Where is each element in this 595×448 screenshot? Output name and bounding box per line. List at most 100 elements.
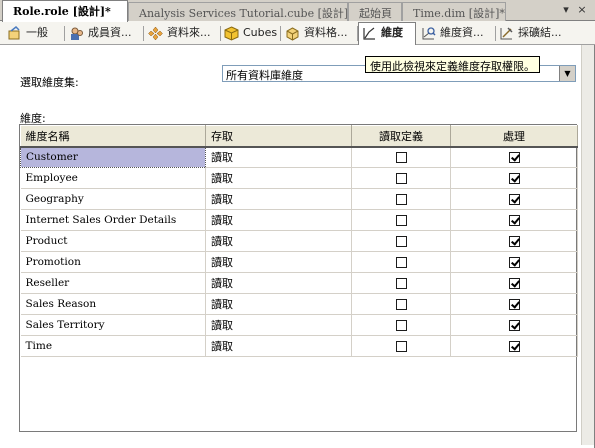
process-cell	[450, 188, 578, 210]
access-cell[interactable]: 讀取	[205, 293, 352, 315]
tab-dimensions[interactable]: 維度	[358, 22, 416, 45]
read-definition-cell	[351, 293, 451, 315]
column-header-read-definition[interactable]: 讀取定義	[351, 125, 451, 148]
doc-tab-time-dim[interactable]: Time.dim [設計]*	[402, 2, 506, 21]
dimension-name-cell[interactable]: Customer	[20, 146, 206, 168]
tab-mining-structures-label: 採礦結...	[518, 26, 562, 39]
access-cell[interactable]: 讀取	[205, 230, 352, 252]
process-checkbox[interactable]	[508, 215, 520, 226]
column-header-access[interactable]: 存取	[205, 125, 352, 148]
process-checkbox[interactable]	[508, 278, 520, 289]
read-definition-checkbox[interactable]	[395, 173, 407, 184]
doc-tab-role[interactable]: Role.role [設計]*	[2, 0, 128, 22]
tab-general[interactable]: 一般	[4, 23, 62, 44]
access-cell[interactable]: 讀取	[205, 209, 352, 231]
process-checkbox[interactable]	[508, 152, 520, 164]
tab-membership[interactable]: 成員資...	[66, 23, 142, 44]
read-definition-checkbox[interactable]	[395, 278, 407, 289]
chevron-down-icon[interactable]: ▼	[559, 66, 575, 81]
read-definition-checkbox[interactable]	[395, 194, 407, 205]
process-cell	[450, 167, 578, 189]
table-row[interactable]: Employee 讀取	[20, 167, 578, 189]
tab-cell-data[interactable]: 資料格...	[282, 23, 356, 44]
dimension-data-icon	[422, 27, 436, 40]
table-row[interactable]: Sales Territory 讀取	[20, 314, 578, 336]
table-row[interactable]: Promotion 讀取	[20, 251, 578, 273]
process-cell	[450, 293, 578, 315]
tooltip: 使用此檢視來定義維度存取權限。	[365, 56, 540, 73]
process-checkbox[interactable]	[508, 341, 520, 352]
process-cell	[450, 335, 578, 357]
doc-tab-cube[interactable]: Analysis Services Tutorial.cube [設計]*	[128, 2, 348, 21]
dimension-set-label: 選取維度集:	[20, 76, 79, 89]
tab-dimensions-label: 維度	[381, 26, 403, 39]
dimension-name-cell[interactable]: Sales Territory	[20, 314, 206, 336]
process-checkbox[interactable]	[508, 257, 520, 268]
read-definition-checkbox[interactable]	[395, 320, 407, 331]
tab-mining-structures[interactable]: 採礦結...	[496, 23, 576, 44]
process-checkbox[interactable]	[508, 320, 520, 331]
doc-tab-start-page[interactable]: 起始頁	[348, 2, 402, 21]
table-row[interactable]: Time 讀取	[20, 335, 578, 357]
cell-data-icon	[286, 27, 299, 41]
dimension-set-value: 所有資料庫維度	[226, 69, 303, 82]
dimension-name-cell[interactable]: Time	[20, 335, 206, 357]
dimension-name-cell[interactable]: Sales Reason	[20, 293, 206, 315]
process-checkbox[interactable]	[508, 299, 520, 310]
read-definition-cell	[351, 251, 451, 273]
tab-list-dropdown-icon[interactable]: ▾	[559, 3, 573, 17]
access-cell[interactable]: 讀取	[205, 146, 352, 168]
column-header-process[interactable]: 處理	[450, 125, 578, 148]
read-definition-cell	[351, 146, 451, 168]
cube-icon	[224, 26, 239, 41]
read-definition-checkbox[interactable]	[395, 152, 407, 164]
close-document-icon[interactable]: ×	[575, 3, 589, 17]
access-cell[interactable]: 讀取	[205, 335, 352, 357]
tab-separator	[64, 26, 65, 41]
read-definition-checkbox[interactable]	[395, 299, 407, 310]
dimensions-grid: 維度名稱 存取 讀取定義 處理 Customer 讀取 Employee 讀取 Geog…	[19, 124, 578, 432]
process-cell	[450, 209, 578, 231]
tab-cell-data-label: 資料格...	[304, 26, 348, 39]
read-definition-checkbox[interactable]	[395, 341, 407, 352]
table-row[interactable]: Internet Sales Order Details 讀取	[20, 209, 578, 231]
access-cell[interactable]: 讀取	[205, 251, 352, 273]
general-icon	[8, 26, 20, 40]
table-row[interactable]: Reseller 讀取	[20, 272, 578, 294]
tab-data-sources-label: 資料來...	[167, 26, 211, 39]
dimension-name-cell[interactable]: Product	[20, 230, 206, 252]
table-row[interactable]: Geography 讀取	[20, 188, 578, 210]
column-header-dimension-name[interactable]: 維度名稱	[20, 125, 206, 148]
process-checkbox[interactable]	[508, 236, 520, 247]
access-cell[interactable]: 讀取	[205, 314, 352, 336]
vertical-scrollbar[interactable]	[581, 45, 594, 445]
dimension-name-cell[interactable]: Internet Sales Order Details	[20, 209, 206, 231]
tab-data-sources[interactable]: 資料來...	[145, 23, 219, 44]
dimension-name-cell[interactable]: Reseller	[20, 272, 206, 294]
table-row[interactable]: Sales Reason 讀取	[20, 293, 578, 315]
table-row[interactable]: Customer 讀取	[20, 146, 578, 168]
data-source-icon	[148, 26, 163, 41]
tab-dimension-data[interactable]: 維度資...	[418, 23, 494, 44]
tab-cubes[interactable]: Cubes	[221, 23, 279, 44]
process-cell	[450, 314, 578, 336]
process-cell	[450, 146, 578, 168]
access-cell[interactable]: 讀取	[205, 272, 352, 294]
read-definition-checkbox[interactable]	[395, 215, 407, 226]
table-row[interactable]: Product 讀取	[20, 230, 578, 252]
process-checkbox[interactable]	[508, 194, 520, 205]
access-cell[interactable]: 讀取	[205, 167, 352, 189]
dimension-name-cell[interactable]: Employee	[20, 167, 206, 189]
read-definition-checkbox[interactable]	[395, 257, 407, 268]
tab-general-label: 一般	[26, 26, 48, 39]
read-definition-cell	[351, 335, 451, 357]
dimension-name-cell[interactable]: Geography	[20, 188, 206, 210]
document-tab-strip: Role.role [設計]* Analysis Services Tutori…	[0, 0, 595, 22]
dimensions-icon	[363, 27, 375, 40]
membership-icon	[71, 27, 83, 40]
read-definition-checkbox[interactable]	[395, 236, 407, 247]
access-cell[interactable]: 讀取	[205, 188, 352, 210]
process-checkbox[interactable]	[508, 173, 520, 184]
dimension-name-cell[interactable]: Promotion	[20, 251, 206, 273]
read-definition-cell	[351, 314, 451, 336]
